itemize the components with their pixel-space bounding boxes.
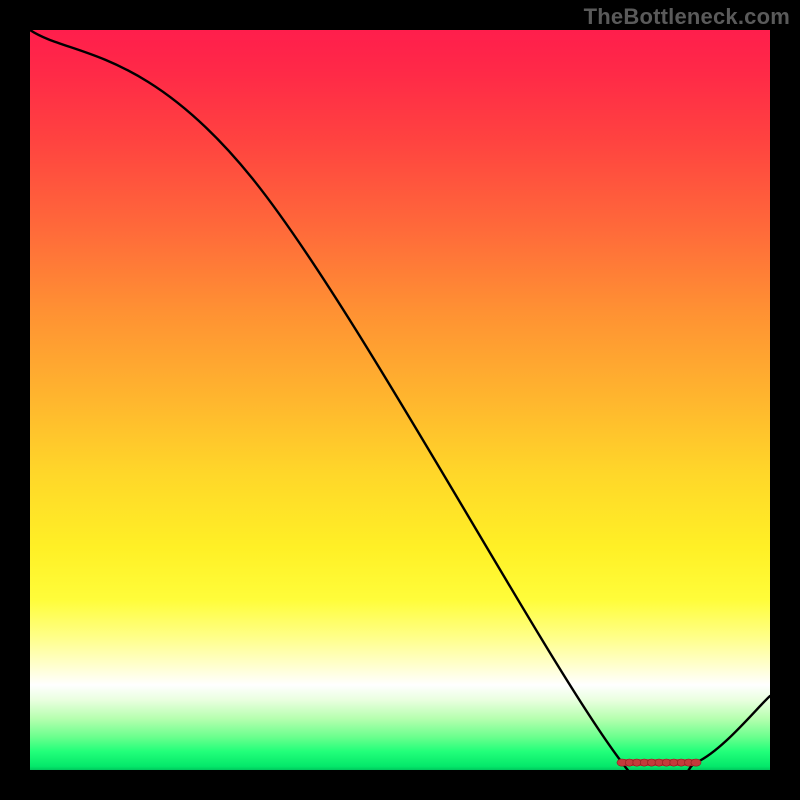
bottleneck-line xyxy=(30,30,770,800)
optimal-marker xyxy=(655,759,663,766)
optimal-marker xyxy=(648,759,656,766)
optimal-marker xyxy=(670,759,678,766)
optimal-marker xyxy=(691,759,701,766)
optimal-marker xyxy=(640,759,648,766)
optimal-markers-group xyxy=(617,759,701,766)
plot-svg xyxy=(30,30,770,770)
bottleneck-curve-path xyxy=(30,30,770,800)
attribution-text: TheBottleneck.com xyxy=(584,4,790,30)
optimal-marker xyxy=(625,759,633,766)
optimal-marker xyxy=(677,759,685,766)
optimal-marker xyxy=(633,759,641,766)
plot-area xyxy=(30,30,770,770)
chart-stage: TheBottleneck.com xyxy=(0,0,800,800)
optimal-marker xyxy=(662,759,670,766)
